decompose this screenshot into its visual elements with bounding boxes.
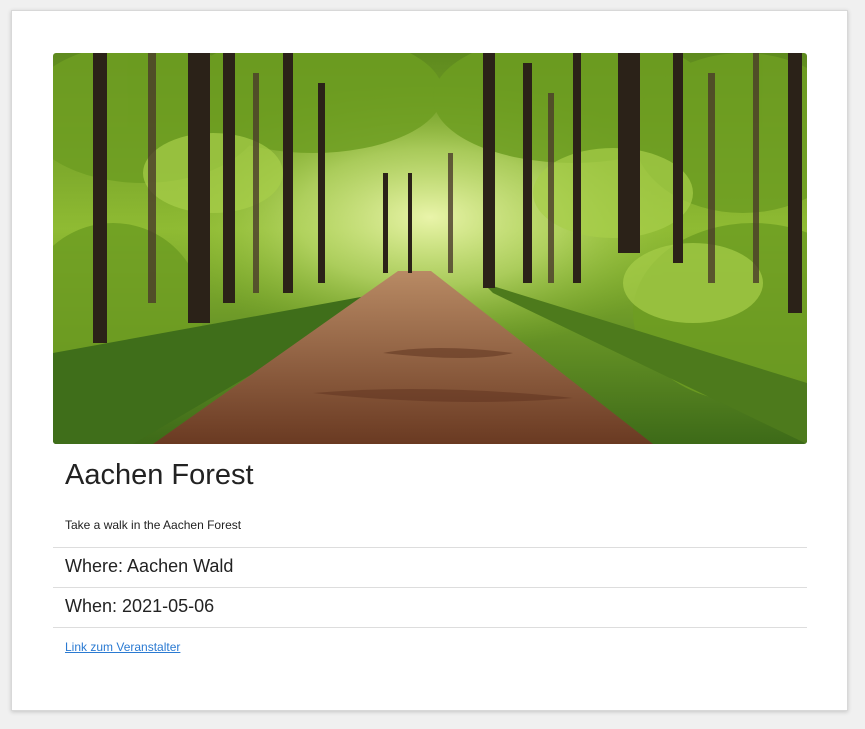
organizer-link[interactable]: Link zum Veranstalter <box>65 640 180 654</box>
event-title: Aachen Forest <box>65 459 254 491</box>
event-card: Aachen Forest Take a walk in the Aachen … <box>11 10 848 711</box>
event-where: Where: Aachen Wald <box>65 555 233 577</box>
event-when: When: 2021-05-06 <box>65 595 214 617</box>
event-when-row: When: 2021-05-06 <box>53 587 807 627</box>
when-label: When: <box>65 596 118 616</box>
event-where-row: Where: Aachen Wald <box>53 547 807 587</box>
event-link-row: Link zum Veranstalter <box>53 627 807 661</box>
when-value: 2021-05-06 <box>122 596 215 616</box>
event-description: Take a walk in the Aachen Forest <box>65 518 242 532</box>
where-value: Aachen Wald <box>127 556 234 576</box>
where-label: Where: <box>65 556 124 576</box>
event-image <box>53 53 807 444</box>
